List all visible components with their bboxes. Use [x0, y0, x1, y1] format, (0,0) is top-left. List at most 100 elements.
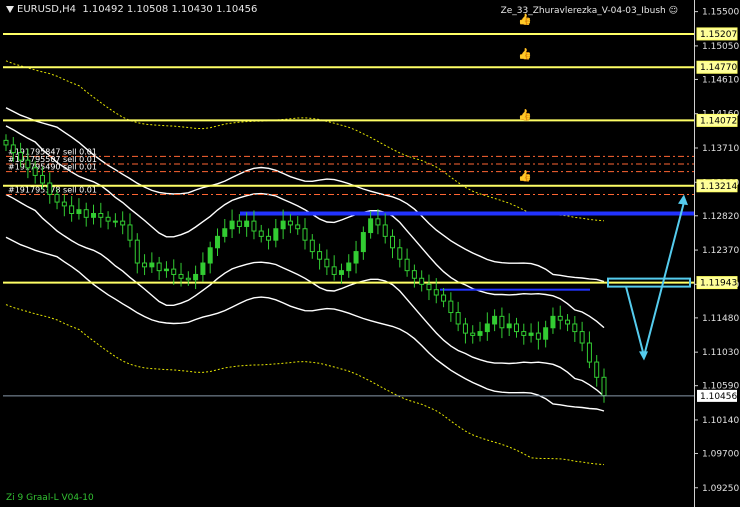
- candle-body-63: [462, 323, 468, 334]
- y-tick-label-7: 1.12370: [702, 246, 739, 256]
- candle-body-37: [273, 228, 279, 241]
- candle-body-80: [586, 342, 592, 363]
- y-tick-label-12: 1.10140: [702, 416, 739, 426]
- candle-body-21: [156, 262, 162, 272]
- candle-body-3: [25, 159, 31, 169]
- candle-body-2: [18, 152, 24, 161]
- candle-body-40: [295, 224, 301, 230]
- chart-area[interactable]: 1.155001.150501.146101.141601.137101.132…: [0, 0, 740, 507]
- candle-body-64: [470, 332, 476, 336]
- candle-body-69: [506, 323, 512, 329]
- thumb-up-icon-1: 👍: [518, 48, 532, 61]
- y-tick-label-0: 1.15500: [702, 8, 739, 18]
- y-tick-label-14: 1.09250: [702, 484, 739, 494]
- symbol-timeframe: EURUSD,H4: [17, 4, 77, 15]
- candle-body-16: [120, 220, 126, 226]
- candle-body-14: [105, 216, 111, 222]
- dropdown-triangle-icon[interactable]: [6, 5, 14, 13]
- candle-body-74: [543, 327, 549, 340]
- candle-body-44: [324, 258, 330, 268]
- y-tick-label-1: 1.15050: [702, 42, 739, 52]
- candle-body-15: [112, 220, 118, 223]
- blue-zone-upper: [240, 211, 694, 216]
- candle-body-48: [353, 251, 359, 264]
- candle-body-29: [214, 235, 220, 249]
- candle-body-19: [142, 262, 148, 268]
- chart-header: EURUSD,H4 1.10492 1.10508 1.10430 1.1045…: [6, 4, 257, 15]
- candle-body-36: [266, 235, 272, 241]
- candle-body-60: [441, 294, 447, 302]
- candle-body-58: [426, 283, 432, 291]
- candle-body-34: [251, 220, 257, 232]
- level-tag-label-1: 1.14770: [700, 63, 737, 73]
- candle-body-12: [91, 213, 97, 218]
- y-tick-label-9: 1.11480: [702, 314, 739, 324]
- level-tag-label-3: 1.13214: [700, 182, 737, 192]
- projection-arrowhead-icon: [678, 194, 688, 206]
- candle-body-25: [185, 277, 191, 281]
- blue-zone-lower: [440, 288, 590, 291]
- y-tick-label-2: 1.14610: [702, 75, 739, 85]
- candle-body-32: [236, 220, 242, 227]
- candle-body-13: [98, 213, 104, 218]
- candle-body-72: [528, 332, 534, 336]
- candle-body-11: [83, 209, 89, 218]
- candle-body-55: [404, 258, 410, 272]
- order-label-2: #191795490 sell 0.01: [8, 163, 97, 172]
- y-tick-label-4: 1.13710: [702, 144, 739, 154]
- y-tick-label-6: 1.12820: [702, 212, 739, 222]
- candle-body-77: [565, 319, 571, 325]
- candle-body-49: [360, 232, 366, 253]
- candle-body-54: [397, 247, 403, 260]
- candle-body-79: [579, 331, 585, 344]
- candle-body-4: [32, 167, 38, 176]
- candle-body-81: [594, 361, 600, 378]
- thumb-up-icon-2: 👍: [518, 108, 532, 121]
- candle-body-66: [484, 323, 490, 333]
- candle-body-71: [521, 331, 527, 336]
- candle-body-17: [127, 224, 133, 241]
- candle-body-62: [455, 312, 461, 325]
- indicator-label: Ze_33_Zhuravlerezka_V-04-03_Ibush ☺: [500, 6, 678, 16]
- candle-body-47: [346, 262, 352, 272]
- candle-body-56: [411, 270, 417, 279]
- band-upper-dotted: [5, 60, 605, 222]
- price-chart[interactable]: 1.155001.150501.146101.141601.137101.132…: [0, 0, 740, 507]
- candle-body-59: [433, 289, 439, 296]
- candle-body-82: [601, 376, 607, 397]
- candle-body-41: [302, 228, 308, 241]
- candle-body-42: [309, 239, 315, 253]
- candle-body-76: [557, 315, 563, 321]
- candle-body-43: [317, 251, 323, 260]
- candle-body-10: [76, 209, 82, 215]
- thumb-up-icon-3: 👍: [518, 169, 532, 182]
- y-tick-label-13: 1.09700: [702, 449, 739, 459]
- candle-body-45: [331, 266, 337, 275]
- candle-body-78: [572, 323, 578, 333]
- candle-body-33: [244, 220, 250, 227]
- ohlc-values: 1.10492 1.10508 1.10430 1.10456: [82, 4, 258, 15]
- candle-body-61: [448, 300, 454, 314]
- candle-body-1: [10, 144, 16, 154]
- candle-body-46: [338, 270, 344, 275]
- candle-body-30: [222, 228, 228, 237]
- candle-body-28: [207, 247, 213, 264]
- candle-body-0: [3, 139, 9, 146]
- candle-body-73: [535, 332, 541, 340]
- projection-arrowhead-down-icon: [639, 351, 648, 361]
- candle-body-6: [47, 182, 53, 195]
- level-tag-label-0: 1.15207: [700, 30, 737, 40]
- candle-body-24: [178, 273, 184, 279]
- candle-body-39: [287, 220, 293, 226]
- candle-body-23: [171, 268, 177, 275]
- current-price-label: 1.10456: [700, 392, 737, 402]
- candle-body-53: [390, 235, 396, 249]
- candle-body-50: [368, 218, 374, 234]
- candle-body-70: [513, 323, 519, 333]
- candle-body-7: [54, 193, 60, 203]
- candle-body-51: [375, 218, 381, 226]
- candle-body-8: [61, 201, 67, 207]
- candle-body-31: [229, 220, 235, 230]
- level-tag-label-4: 1.11943: [700, 279, 737, 289]
- smiley-icon: ☺: [668, 6, 678, 16]
